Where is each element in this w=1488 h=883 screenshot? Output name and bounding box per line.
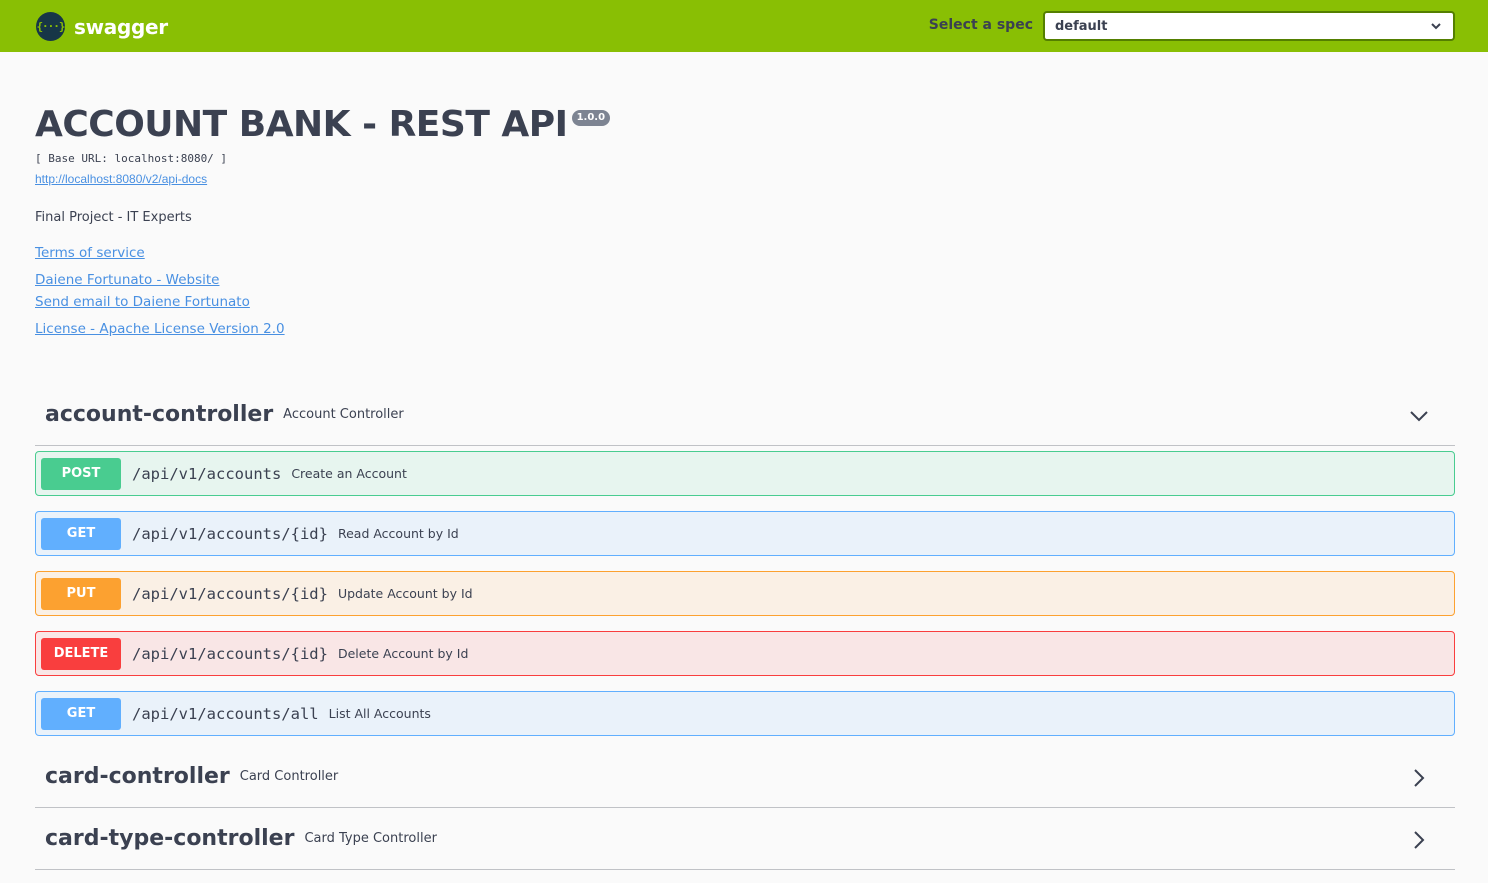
license-link[interactable]: License - Apache License Version 2.0 [35, 321, 285, 337]
swagger-braces-icon: {···} [36, 12, 66, 41]
chevron-right-icon[interactable] [1409, 830, 1429, 850]
tag-name: account-controller [45, 402, 274, 427]
operation-summary: Create an Account [291, 466, 407, 481]
operation-path: /api/v1/accounts/{id} [132, 644, 328, 663]
operation-delete-account-by-id[interactable]: DELETE /api/v1/accounts/{id} Delete Acco… [35, 631, 1455, 676]
operation-path: /api/v1/accounts [132, 464, 282, 483]
tag-name: card-type-controller [45, 826, 295, 851]
method-badge: PUT [41, 577, 121, 610]
base-url: [ Base URL: localhost:8080/ ] [35, 152, 228, 165]
contact-email-link[interactable]: Send email to Daiene Fortunato [35, 294, 250, 310]
chevron-down-icon [1431, 23, 1441, 30]
operation-path: /api/v1/accounts/{id} [132, 524, 328, 543]
version-badge: 1.0.0 [571, 110, 611, 126]
operation-post-accounts[interactable]: POST /api/v1/accounts Create an Account [35, 451, 1455, 496]
tag-card-type-controller[interactable]: card-type-controller Card Type Controlle… [35, 808, 1455, 870]
tag-description: Card Controller [239, 769, 339, 784]
chevron-right-icon[interactable] [1409, 768, 1429, 788]
operation-summary: Update Account by Id [337, 586, 473, 601]
spec-select-label: Select a spec [928, 17, 1033, 33]
operation-path: /api/v1/accounts/all [132, 704, 319, 723]
tag-name: card-controller [45, 764, 230, 789]
terms-of-service-link[interactable]: Terms of service [35, 245, 145, 261]
operation-summary: List All Accounts [328, 706, 431, 721]
api-docs-link[interactable]: http://localhost:8080/v2/api-docs [35, 172, 207, 186]
page-title: ACCOUNT BANK - REST API 1.0.0 [35, 104, 611, 145]
tag-card-controller[interactable]: card-controller Card Controller [35, 746, 1455, 808]
logo-text: swagger [74, 14, 168, 39]
api-description: Final Project - IT Experts [35, 210, 192, 225]
operation-path: /api/v1/accounts/{id} [132, 584, 328, 603]
operation-get-account-by-id[interactable]: GET /api/v1/accounts/{id} Read Account b… [35, 511, 1455, 556]
operation-put-account-by-id[interactable]: PUT /api/v1/accounts/{id} Update Account… [35, 571, 1455, 616]
topbar: {···} swagger Select a spec default [0, 0, 1488, 52]
spec-select-value: default [1055, 18, 1108, 34]
method-badge: GET [41, 517, 121, 550]
operation-summary: Delete Account by Id [337, 646, 469, 661]
operation-summary: Read Account by Id [337, 526, 459, 541]
method-badge: GET [41, 697, 121, 730]
spec-select[interactable]: default [1043, 11, 1455, 41]
swagger-logo[interactable]: {···} swagger [36, 12, 168, 41]
method-badge: POST [41, 457, 121, 490]
operation-get-all-accounts[interactable]: GET /api/v1/accounts/all List All Accoun… [35, 691, 1455, 736]
method-badge: DELETE [41, 637, 121, 670]
chevron-down-icon[interactable] [1409, 406, 1429, 426]
tag-account-controller[interactable]: account-controller Account Controller [35, 384, 1455, 446]
tag-description: Account Controller [283, 407, 404, 422]
tag-description: Card Type Controller [304, 831, 437, 846]
contact-website-link[interactable]: Daiene Fortunato - Website [35, 272, 219, 288]
